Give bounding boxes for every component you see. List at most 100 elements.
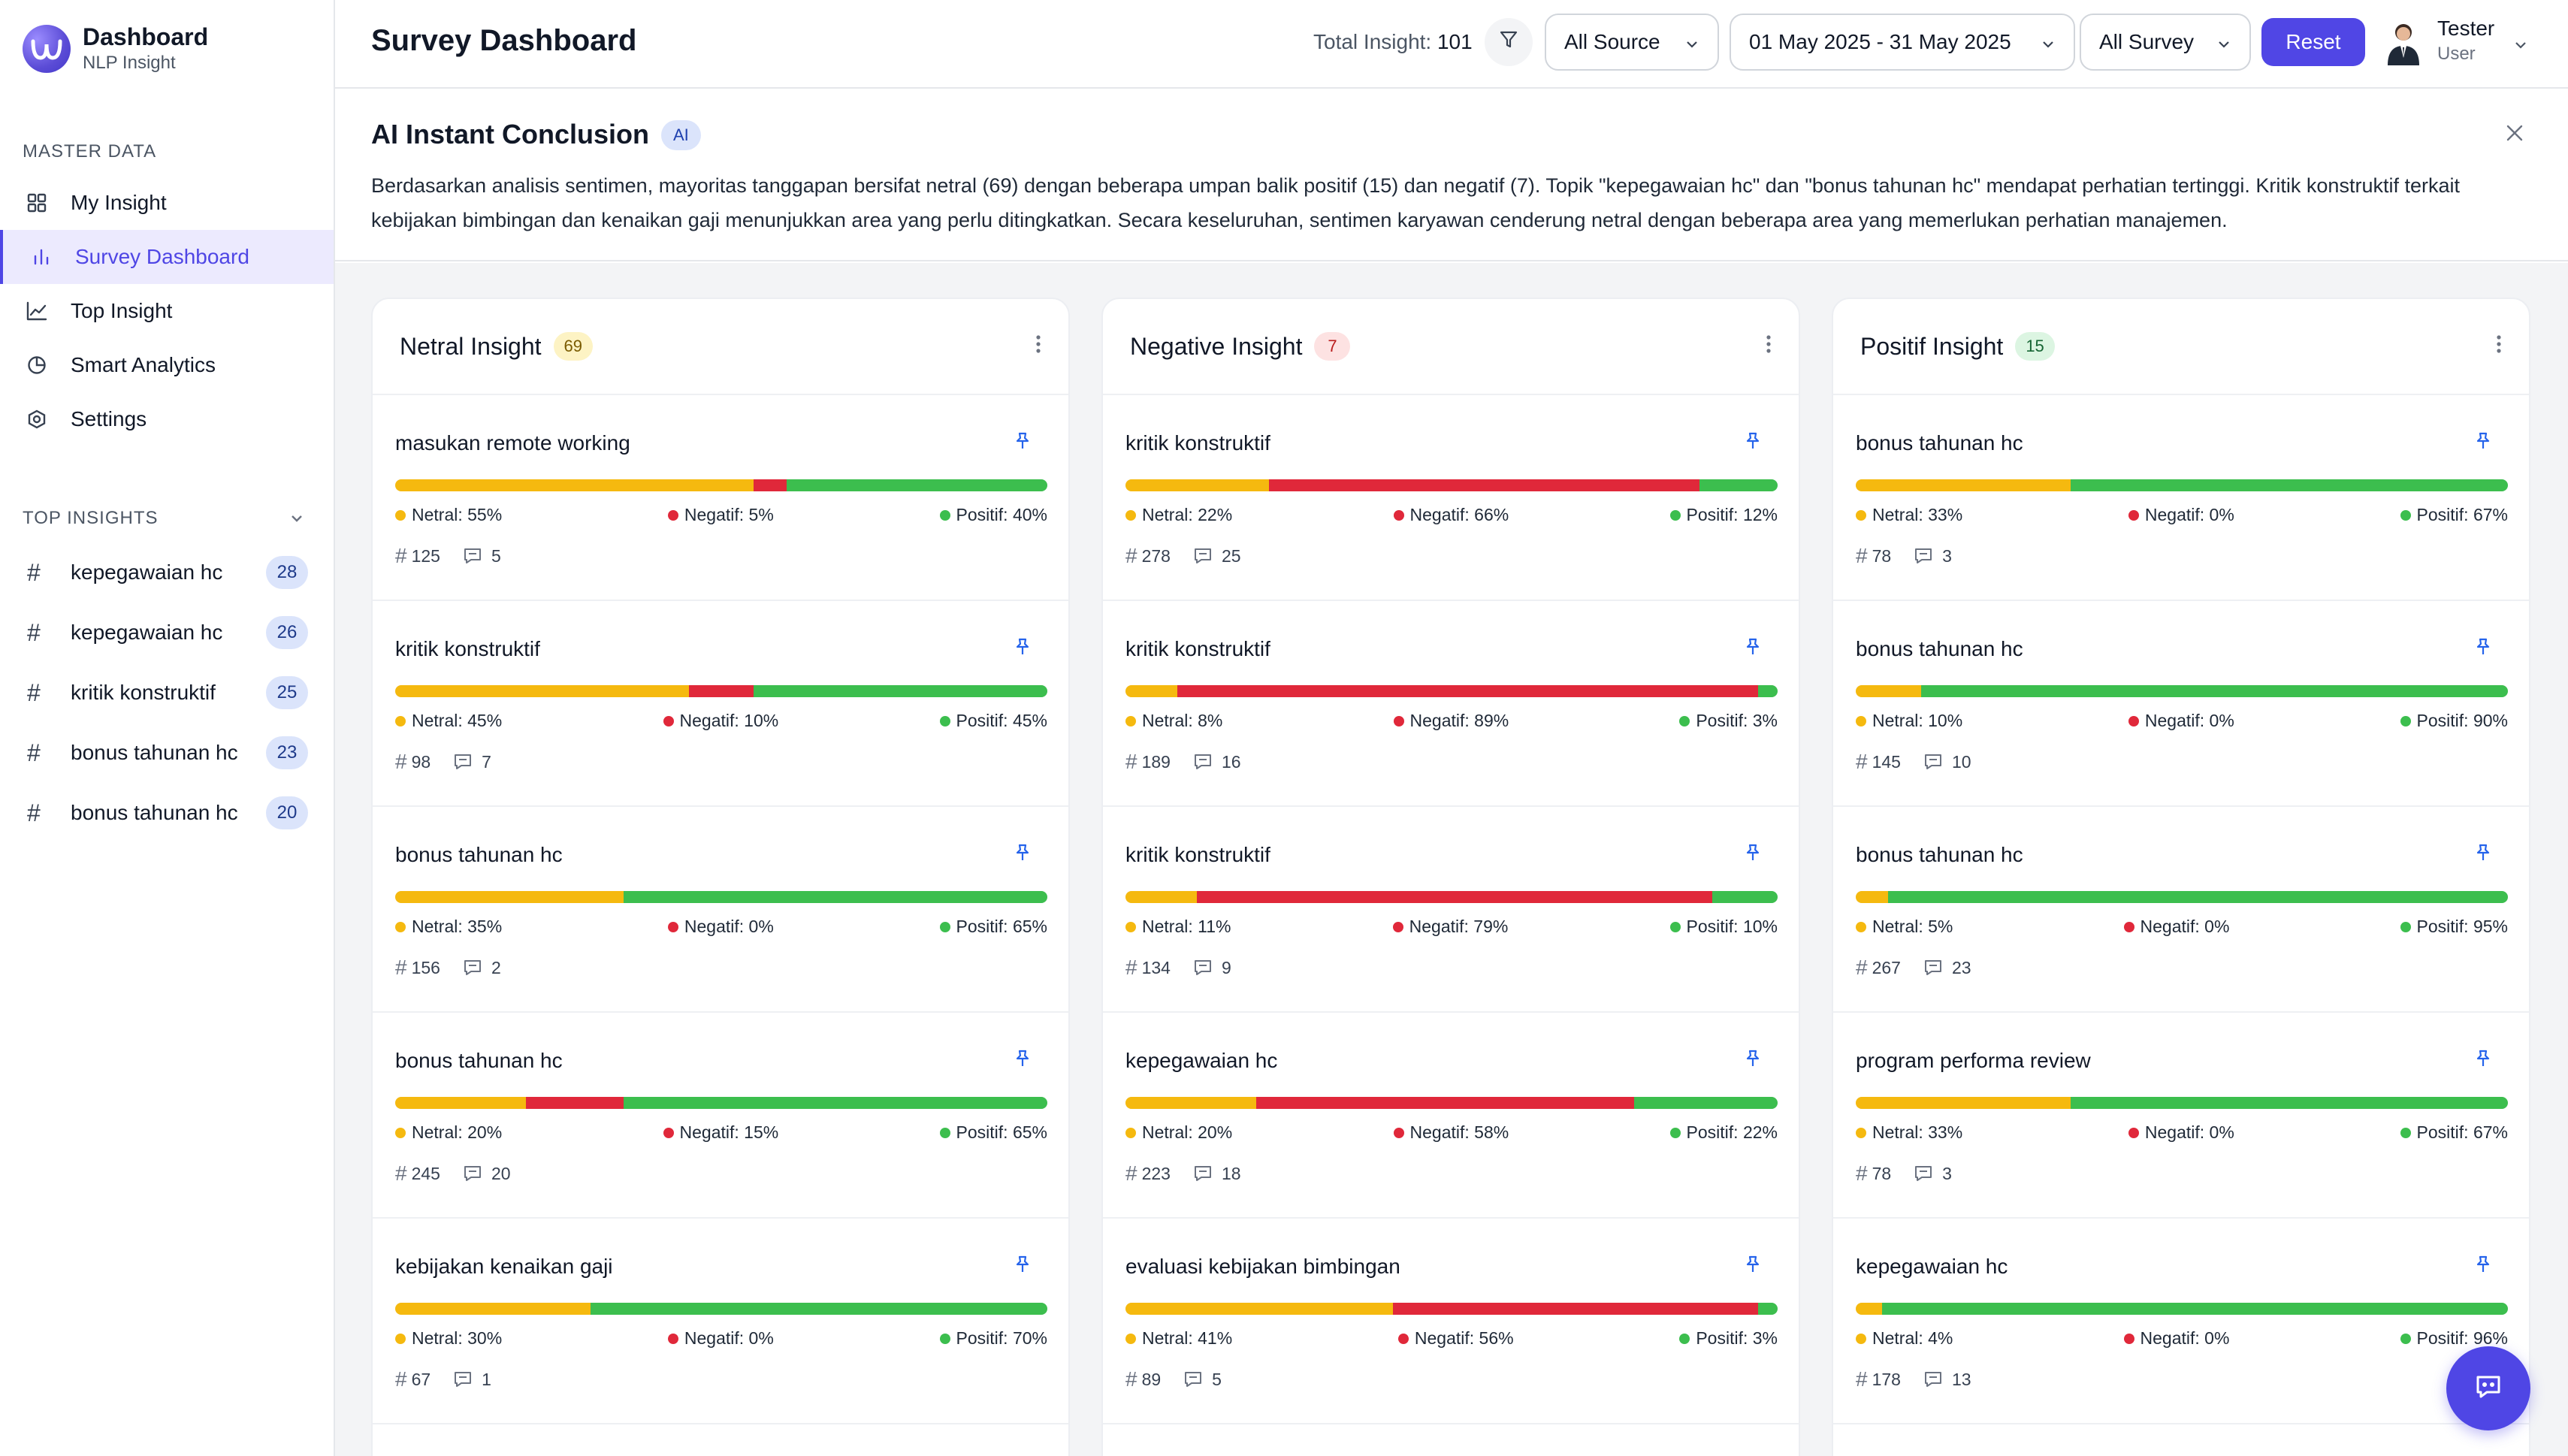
insight-card[interactable]: kritik konstruktif Netral: 11% Negatif: 79… bbox=[1103, 807, 1799, 1013]
pin-icon[interactable] bbox=[1743, 1049, 1763, 1074]
insight-card[interactable]: kebijakan kenaikan gaji Netral: 30% Negati… bbox=[373, 1219, 1068, 1424]
insight-comment-count: 3 bbox=[1942, 545, 1952, 566]
column-title: Netral Insight bbox=[400, 332, 542, 360]
chevron-down-icon[interactable] bbox=[289, 505, 305, 529]
pin-icon[interactable] bbox=[1013, 843, 1032, 868]
pin-icon[interactable] bbox=[1013, 431, 1032, 456]
sentiment-legend: Netral: 8% Negatif: 89% Positif: 3% bbox=[1125, 711, 1778, 731]
legend-negatif: Negatif: 66% bbox=[1393, 505, 1509, 525]
insight-meta: #245 20 bbox=[395, 1161, 511, 1186]
top-insight-item[interactable]: # bonus tahunan hc 20 bbox=[0, 789, 334, 837]
legend-positif-label: Positif: 40% bbox=[956, 505, 1047, 524]
insight-card-title: kritik konstruktif bbox=[1125, 637, 1270, 660]
legend-positif-label: Positif: 70% bbox=[956, 1328, 1047, 1348]
top-insight-item[interactable]: # bonus tahunan hc 23 bbox=[0, 729, 334, 777]
source-select[interactable]: All Source bbox=[1545, 14, 1719, 71]
legend-positif: Positif: 10% bbox=[1669, 917, 1778, 937]
sidebar-item-survey-dashboard[interactable]: Survey Dashboard bbox=[0, 230, 334, 284]
comment-icon bbox=[453, 1370, 473, 1388]
top-insight-count: 20 bbox=[266, 796, 308, 829]
positif-dot-icon bbox=[2400, 1127, 2411, 1138]
netral-dot-icon bbox=[1125, 715, 1136, 726]
pin-icon[interactable] bbox=[1743, 637, 1763, 662]
insight-card[interactable]: kepegawaian hc Netral: 4% Negatif: 0% Posit… bbox=[1833, 1219, 2529, 1424]
date-range-select[interactable]: 01 May 2025 - 31 May 2025 bbox=[1730, 14, 2075, 71]
sentiment-bar bbox=[1125, 891, 1778, 903]
insight-card-title: kebijakan kenaikan gaji bbox=[395, 1255, 613, 1278]
positif-dot-icon bbox=[939, 1127, 950, 1138]
legend-positif: Positif: 96% bbox=[2400, 1328, 2508, 1349]
total-insight-value: 101 bbox=[1437, 30, 1473, 53]
top-insight-item[interactable]: # kritik konstruktif 25 bbox=[0, 669, 334, 717]
top-insight-item[interactable]: # kepegawaian hc 28 bbox=[0, 548, 334, 597]
pin-icon[interactable] bbox=[1743, 431, 1763, 456]
insight-card[interactable]: masukan remote working Netral: 55% Negatif… bbox=[373, 395, 1068, 601]
hash-icon: # bbox=[1125, 1367, 1137, 1391]
chat-button[interactable] bbox=[2446, 1346, 2530, 1430]
reset-button[interactable]: Reset bbox=[2261, 18, 2365, 66]
comment-icon bbox=[1923, 1370, 1943, 1388]
sidebar-item-smart-analytics[interactable]: Smart Analytics bbox=[0, 338, 334, 392]
sidebar-item-top-insight[interactable]: Top Insight bbox=[0, 284, 334, 338]
insight-card[interactable]: kritik konstruktif Netral: 45% Negatif: 10… bbox=[373, 601, 1068, 807]
more-vertical-icon[interactable] bbox=[1766, 334, 1772, 360]
sentiment-legend: Netral: 35% Negatif: 0% Positif: 65% bbox=[395, 917, 1047, 937]
chevron-down-icon[interactable] bbox=[2512, 32, 2529, 56]
insight-card[interactable]: bonus tahunan hc Netral: 10% Negatif: 0% Po… bbox=[1833, 601, 2529, 807]
pin-icon[interactable] bbox=[2473, 843, 2493, 868]
more-vertical-icon[interactable] bbox=[1035, 334, 1041, 360]
pin-icon[interactable] bbox=[1013, 637, 1032, 662]
positif-dot-icon bbox=[2400, 921, 2411, 932]
legend-positif: Positif: 65% bbox=[939, 917, 1047, 937]
positif-dot-icon bbox=[2400, 1333, 2411, 1344]
sidebar-item-my-insight[interactable]: My Insight bbox=[0, 176, 334, 230]
negatif-dot-icon bbox=[1393, 509, 1404, 521]
insight-card[interactable]: bonus tahunan hc Netral: 20% Negatif: 15% P… bbox=[373, 1013, 1068, 1219]
netral-dot-icon bbox=[395, 1127, 406, 1138]
pin-icon[interactable] bbox=[1013, 1255, 1032, 1279]
top-insight-item[interactable]: # kepegawaian hc 26 bbox=[0, 609, 334, 657]
sidebar-item-label: Survey Dashboard bbox=[75, 245, 249, 268]
filter-button[interactable] bbox=[1485, 18, 1533, 66]
insight-tag-count: 267 bbox=[1872, 957, 1901, 977]
pin-icon[interactable] bbox=[1743, 1255, 1763, 1279]
legend-netral-label: Netral: 33% bbox=[1872, 505, 1963, 524]
legend-positif: Positif: 67% bbox=[2400, 1122, 2508, 1143]
insight-card[interactable]: bonus tahunan hc Netral: 35% Negatif: 0% Po… bbox=[373, 807, 1068, 1013]
pin-icon[interactable] bbox=[2473, 1049, 2493, 1074]
hash-icon: # bbox=[27, 558, 41, 586]
insight-card[interactable]: kepegawaian hc Netral: 20% Negatif: 58% Pos… bbox=[1103, 1013, 1799, 1219]
negatif-dot-icon bbox=[2128, 715, 2139, 726]
insight-meta: #223 18 bbox=[1125, 1161, 1241, 1186]
avatar[interactable] bbox=[2383, 20, 2424, 66]
insight-card[interactable]: program performa review Netral: 33% Negati… bbox=[1833, 1013, 2529, 1219]
insight-card[interactable]: evaluasi kebijakan bimbingan Netral: 41% N… bbox=[1103, 1219, 1799, 1424]
sentiment-bar-positif bbox=[2071, 1097, 2508, 1109]
survey-select[interactable]: All Survey bbox=[2080, 14, 2251, 71]
legend-negatif-label: Negatif: 5% bbox=[684, 505, 774, 524]
sentiment-legend: Netral: 4% Negatif: 0% Positif: 96% bbox=[1856, 1328, 2508, 1349]
insight-card[interactable]: kritik konstruktif Netral: 22% Negatif: 66… bbox=[1103, 395, 1799, 601]
insight-meta: #78 3 bbox=[1856, 1161, 1952, 1186]
insight-card[interactable]: kritik konstruktif Netral: 8% Negatif: 89%… bbox=[1103, 601, 1799, 807]
pin-icon[interactable] bbox=[1743, 843, 1763, 868]
comment-icon bbox=[1193, 753, 1213, 771]
pin-icon[interactable] bbox=[2473, 431, 2493, 456]
close-icon[interactable] bbox=[2505, 123, 2524, 148]
netral-dot-icon bbox=[1856, 1127, 1866, 1138]
legend-positif: Positif: 45% bbox=[939, 711, 1047, 731]
insight-card[interactable]: bonus tahunan hc Netral: 5% Negatif: 0% Pos… bbox=[1833, 807, 2529, 1013]
brand-title: Dashboard bbox=[83, 23, 209, 50]
pin-icon[interactable] bbox=[2473, 637, 2493, 662]
insight-card[interactable]: bonus tahunan hc Netral: 33% Negatif: 0% Po… bbox=[1833, 395, 2529, 601]
brand[interactable]: Dashboard NLP Insight bbox=[23, 23, 208, 75]
pin-icon[interactable] bbox=[2473, 1255, 2493, 1279]
sidebar-item-label: Settings bbox=[71, 407, 147, 430]
legend-negatif: Negatif: 0% bbox=[2123, 1328, 2229, 1349]
user-name: Tester bbox=[2437, 17, 2495, 40]
sentiment-bar bbox=[395, 1303, 1047, 1315]
pin-icon[interactable] bbox=[1013, 1049, 1032, 1074]
sidebar-item-settings[interactable]: Settings bbox=[0, 392, 334, 446]
more-vertical-icon[interactable] bbox=[2496, 334, 2502, 360]
legend-positif: Positif: 22% bbox=[1669, 1122, 1778, 1143]
